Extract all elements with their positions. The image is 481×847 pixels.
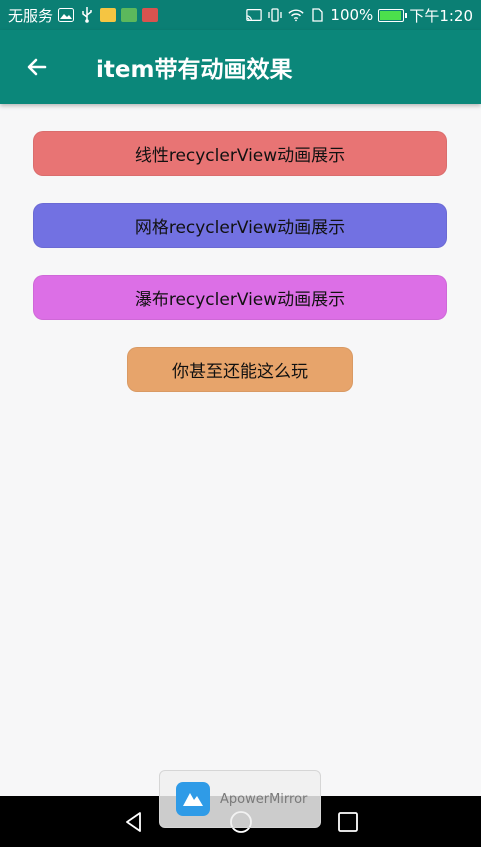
nav-recents-button[interactable]	[323, 796, 373, 847]
clock: 下午1:20	[409, 6, 473, 25]
apowermirror-overlay[interactable]: ApowerMirror	[159, 770, 321, 828]
wifi-icon	[288, 7, 305, 23]
staggered-recyclerview-button[interactable]: 瀑布recyclerView动画展示	[33, 275, 447, 320]
battery-percent: 100%	[330, 6, 374, 24]
linear-recyclerview-button[interactable]: 线性recyclerView动画展示	[33, 131, 447, 176]
cast-icon	[246, 7, 263, 23]
apowermirror-label: ApowerMirror	[220, 791, 308, 807]
apowermirror-logo-icon	[176, 782, 210, 816]
play-more-button[interactable]: 你甚至还能这么玩	[127, 347, 353, 392]
arrow-left-icon	[27, 58, 47, 76]
status-right: 100% 下午1:20	[246, 5, 473, 26]
weibo-icon	[100, 7, 117, 23]
app-bar: item带有动画效果	[0, 30, 481, 104]
linear-button-label: 线性recyclerView动画展示	[134, 146, 346, 166]
status-left: 无服务	[8, 5, 159, 26]
staggered-button-label: 瀑布recyclerView动画展示	[134, 290, 346, 310]
grid-button-label: 网格recyclerView动画展示	[134, 218, 346, 238]
nav-back-button[interactable]	[109, 796, 159, 847]
sim-icon	[309, 7, 325, 23]
battery-icon	[378, 8, 408, 22]
maps-icon	[121, 7, 138, 23]
back-triangle-icon	[125, 811, 141, 832]
play-more-button-label: 你甚至还能这么玩	[172, 362, 308, 382]
recents-square-icon	[337, 811, 358, 832]
vibrate-icon	[267, 7, 283, 23]
status-bar: 无服务 100% 下午1:20	[0, 0, 481, 30]
news-icon	[142, 7, 159, 23]
grid-recyclerview-button[interactable]: 网格recyclerView动画展示	[33, 203, 447, 248]
gallery-icon	[58, 7, 75, 23]
page-title: item带有动画效果	[96, 57, 293, 83]
carrier-text: 无服务	[8, 6, 54, 25]
usb-icon	[79, 7, 95, 23]
battery-fill	[380, 10, 402, 20]
back-button[interactable]	[0, 30, 74, 104]
